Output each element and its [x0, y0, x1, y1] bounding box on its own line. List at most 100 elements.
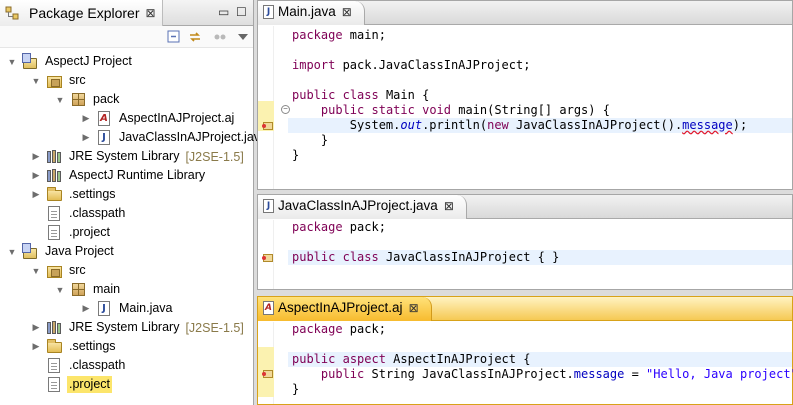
- code-line: import pack.JavaClassInAJProject;: [292, 58, 531, 72]
- file-icon: [46, 377, 62, 393]
- tree-item-settings-folder[interactable]: ▶ .settings: [30, 337, 118, 356]
- tree-item-label: Java Project: [45, 244, 114, 258]
- editor-java-class: J JavaClassInAJProject.java ⊠ package pa…: [257, 194, 793, 290]
- file-icon: [46, 206, 62, 222]
- tree-item-label: .settings: [69, 339, 116, 353]
- collapsed-twisty-icon[interactable]: ▶: [30, 151, 42, 163]
- file-icon: [46, 225, 62, 241]
- close-tab-icon[interactable]: ⊠: [409, 300, 419, 316]
- tree-item-jre-library[interactable]: ▶ JRE System Library [J2SE-1.5]: [30, 147, 244, 166]
- maximize-view-icon[interactable]: ☐: [236, 5, 247, 19]
- package-icon: [70, 92, 86, 108]
- library-icon: [46, 168, 62, 184]
- tree-item-project-file-selected[interactable]: .project: [30, 375, 112, 394]
- view-menu-icon[interactable]: [235, 29, 251, 45]
- tree-item-classpath-file[interactable]: .classpath: [30, 204, 127, 223]
- expanded-twisty-icon[interactable]: ▼: [54, 284, 66, 296]
- close-view-icon[interactable]: ⊠: [146, 5, 156, 21]
- package-explorer-tabbar: Package Explorer ⊠ ▭ ☐: [0, 0, 253, 26]
- tab-aspect-active[interactable]: A AspectInAJProject.aj ⊠: [258, 297, 432, 321]
- focus-task-icon[interactable]: [212, 29, 228, 45]
- code-line: }: [292, 133, 329, 147]
- code-line: package main;: [292, 28, 386, 42]
- tree-item-src[interactable]: ▼ src: [30, 261, 88, 280]
- expanded-twisty-icon[interactable]: ▼: [6, 56, 18, 68]
- aspect-marker-icon[interactable]: [262, 368, 273, 378]
- tree-item-label: .project: [67, 376, 112, 393]
- source-folder-icon: [46, 73, 62, 89]
- collapsed-twisty-icon[interactable]: ▶: [80, 132, 92, 144]
- code-line-current: System.out.println(new JavaClassInAJProj…: [288, 118, 792, 133]
- package-icon: [70, 282, 86, 298]
- java-file-icon: J: [263, 199, 274, 213]
- tree-item-label: AspectInAJProject.aj: [119, 111, 235, 125]
- collapsed-twisty-icon[interactable]: ▶: [30, 322, 42, 334]
- tree-item-settings-folder[interactable]: ▶ .settings: [30, 185, 118, 204]
- tree-item-main-java[interactable]: ▶ J Main.java: [80, 299, 175, 318]
- code-area[interactable]: − package main; import pack.JavaClassInA…: [258, 26, 792, 189]
- code-line: public static void main(String[] args) {: [320, 103, 610, 117]
- minimize-view-icon[interactable]: ▭: [218, 5, 229, 19]
- aspect-file-icon: A: [96, 111, 112, 127]
- library-icon: [46, 149, 62, 165]
- collapsed-twisty-icon[interactable]: ▶: [30, 170, 42, 182]
- code-line: }: [292, 382, 300, 396]
- tree-item-label: JavaClassInAJProject.java: [119, 130, 267, 144]
- collapse-all-icon[interactable]: [166, 29, 182, 45]
- expanded-twisty-icon[interactable]: ▼: [54, 94, 66, 106]
- tree-item-classpath-file[interactable]: .classpath: [30, 356, 127, 375]
- expanded-twisty-icon[interactable]: ▼: [30, 75, 42, 87]
- error-marker-icon[interactable]: [262, 120, 273, 130]
- package-explorer-title: Package Explorer: [29, 5, 140, 21]
- tree-item-label: main: [93, 282, 121, 296]
- aspect-file-icon: A: [263, 301, 274, 315]
- tree-item-java-class-file[interactable]: ▶ J JavaClassInAJProject.java: [80, 128, 269, 147]
- tree-item-label: Main.java: [119, 301, 173, 315]
- folder-icon: [46, 339, 62, 355]
- tree-item-aspectj-project[interactable]: ▼ AspectJ Project: [6, 52, 134, 71]
- code-line-current: public aspect AspectInAJProject {: [288, 352, 792, 367]
- collapsed-twisty-icon[interactable]: ▶: [80, 303, 92, 315]
- package-explorer-tab[interactable]: Package Explorer ⊠: [0, 0, 163, 26]
- tree-item-aspect-file[interactable]: ▶ A AspectInAJProject.aj: [80, 109, 236, 128]
- collapsed-twisty-icon[interactable]: ▶: [80, 113, 92, 125]
- tab-java-class[interactable]: J JavaClassInAJProject.java ⊠: [258, 195, 467, 219]
- empty-twisty: [30, 208, 42, 220]
- folder-icon: [46, 187, 62, 203]
- tree-item-pack[interactable]: ▼ pack: [54, 90, 121, 109]
- library-icon: [46, 320, 62, 336]
- tree-item-main-package[interactable]: ▼ main: [54, 280, 122, 299]
- link-with-editor-icon[interactable]: [187, 29, 203, 45]
- close-tab-icon[interactable]: ⊠: [444, 198, 454, 214]
- java-file-icon: J: [263, 5, 274, 19]
- java-project-icon: [22, 243, 38, 260]
- tree-item-jre-library[interactable]: ▶ JRE System Library [J2SE-1.5]: [30, 318, 244, 337]
- java-file-icon: J: [96, 130, 112, 146]
- tab-title: JavaClassInAJProject.java: [278, 198, 438, 213]
- expanded-twisty-icon[interactable]: ▼: [6, 246, 18, 258]
- tree-item-label: pack: [93, 92, 120, 106]
- tree-item-java-project[interactable]: ▼ Java Project: [6, 242, 116, 261]
- tab-title: Main.java: [278, 4, 336, 19]
- tab-main-java[interactable]: J Main.java ⊠: [258, 1, 365, 25]
- collapsed-twisty-icon[interactable]: ▶: [30, 341, 42, 353]
- tree-item-project-file[interactable]: .project: [30, 223, 112, 242]
- code-line: package pack;: [292, 322, 386, 336]
- code-area[interactable]: package pack; public aspect AspectInAJPr…: [258, 322, 793, 404]
- empty-twisty: [30, 360, 42, 372]
- code-area[interactable]: package pack; public class JavaClassInAJ…: [258, 220, 792, 289]
- collapsed-twisty-icon[interactable]: ▶: [30, 189, 42, 201]
- editor-aspect: A AspectInAJProject.aj ⊠ package pack; p…: [257, 296, 793, 405]
- aspect-marker-icon[interactable]: [262, 252, 273, 262]
- close-tab-icon[interactable]: ⊠: [342, 4, 352, 20]
- tree-item-src[interactable]: ▼ src: [30, 71, 88, 90]
- java-file-icon: J: [96, 301, 112, 317]
- tree-item-aspectj-runtime-library[interactable]: ▶ AspectJ Runtime Library: [30, 166, 207, 185]
- expanded-twisty-icon[interactable]: ▼: [30, 265, 42, 277]
- tree-item-label: src: [69, 263, 86, 277]
- tree-item-label: JRE System Library: [69, 149, 180, 163]
- package-explorer-icon: [4, 5, 20, 21]
- tree-item-label: .project: [69, 225, 110, 239]
- tree-item-label: .classpath: [69, 358, 126, 372]
- tree-item-label: JRE System Library: [69, 320, 180, 334]
